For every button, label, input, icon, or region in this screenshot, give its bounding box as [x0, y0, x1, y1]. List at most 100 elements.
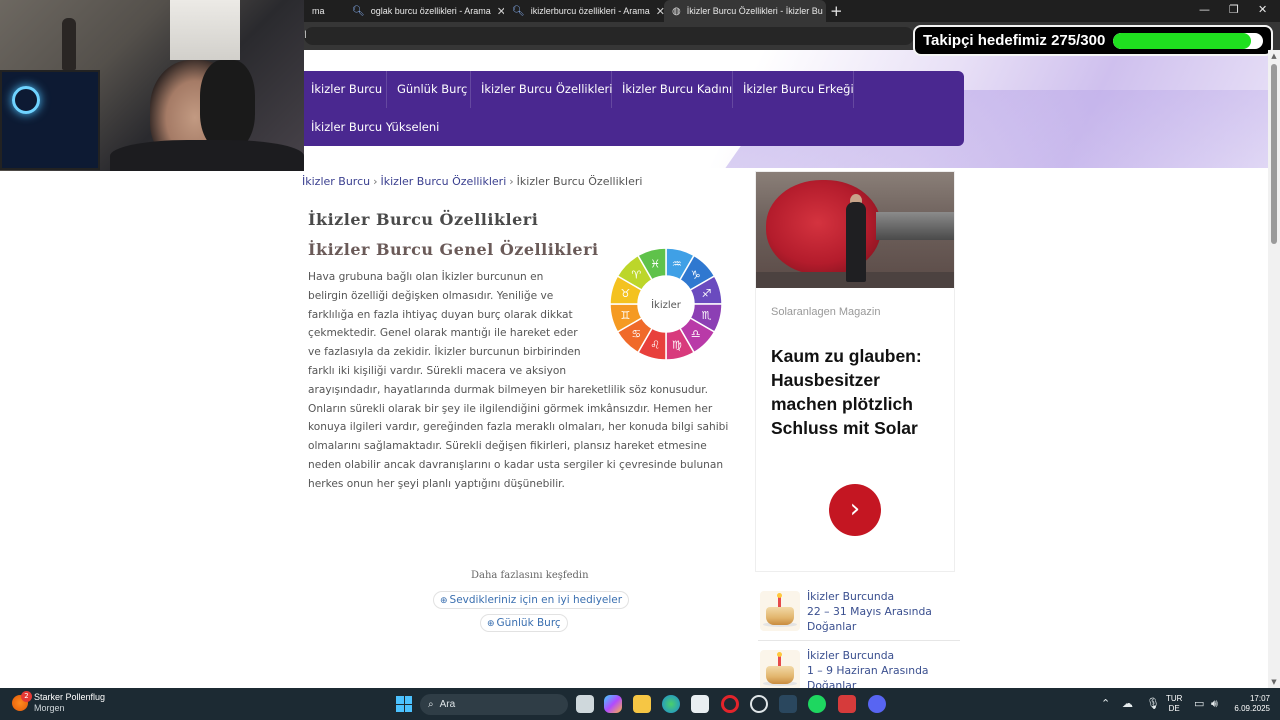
cake-flame — [777, 652, 782, 657]
scrollbar-thumb[interactable] — [1271, 64, 1277, 244]
onedrive-cloud-icon[interactable]: ☁ — [1122, 697, 1133, 710]
system-clock[interactable]: 17:07 6.09.2025 — [1228, 694, 1270, 714]
sidebar-item-line: Doğanlar — [807, 620, 857, 633]
pollen-icon: 2 — [12, 691, 32, 711]
ad-headline[interactable]: Kaum zu glauben: Hausbesitzer machen plö… — [771, 344, 946, 440]
sidebar-item-text: İkizler Burcunda 1 – 9 Haziran Arasında … — [807, 648, 929, 693]
discord-icon[interactable] — [868, 695, 886, 713]
discover-link-label: Günlük Burç — [496, 617, 561, 629]
browser-tab-active[interactable]: ◍ İkizler Burcu Özellikleri - İkizler Bu… — [664, 0, 826, 22]
nav-divider — [732, 71, 733, 108]
nav-divider — [470, 71, 471, 108]
zodiac-center-label: İkizler — [651, 298, 682, 311]
circle-plus-icon: ⊕ — [440, 596, 448, 606]
streaming-app-icon[interactable] — [838, 695, 856, 713]
edge-browser-icon[interactable] — [662, 695, 680, 713]
breadcrumb-link-ozellikler[interactable]: İkizler Burcu Özellikleri — [381, 175, 507, 188]
cake-candle — [778, 656, 781, 666]
copilot-icon[interactable] — [604, 695, 622, 713]
nav-item-gunluk-burc[interactable]: Günlük Burç — [397, 82, 467, 96]
microsoft-store-icon[interactable] — [691, 695, 709, 713]
cake-flame — [777, 593, 782, 598]
sidebar-item-line: İkizler Burcunda — [807, 649, 895, 662]
task-view-icon[interactable] — [576, 695, 594, 713]
minimize-icon[interactable]: — — [1199, 3, 1210, 16]
sidebar-item-text: İkizler Burcunda 22 – 31 Mayıs Arasında … — [807, 589, 932, 634]
ad-source: Solaranlagen Magazin — [771, 306, 881, 318]
search-icon: ⌕ — [428, 699, 434, 710]
webcam-shoulders — [110, 140, 304, 171]
taskbar-search[interactable]: ⌕ Ara — [420, 694, 568, 715]
weather-badge: 2 — [21, 691, 32, 702]
zodiac-symbol: ♈ — [631, 268, 641, 281]
search-icon: 🔍︎ — [512, 5, 525, 17]
scroll-down-arrow-icon[interactable]: ▼ — [1268, 678, 1280, 686]
zodiac-symbol: ♎ — [691, 328, 701, 341]
input-language[interactable]: TUR DE — [1166, 694, 1182, 714]
chevron-right-icon: › — [849, 494, 861, 524]
steam-icon[interactable] — [779, 695, 797, 713]
new-tab-button[interactable]: + — [830, 2, 843, 20]
zodiac-symbol: ♌ — [650, 339, 660, 352]
sidebar-item-line: 22 – 31 Mayıs Arasında — [807, 605, 932, 618]
discover-link-gunluk[interactable]: ⊕ Günlük Burç — [480, 614, 568, 632]
nav-item-erkegi[interactable]: İkizler Burcu Erkeği — [743, 82, 854, 96]
file-explorer-icon[interactable] — [633, 695, 651, 713]
page-scrollbar[interactable]: ▲ ▼ — [1268, 50, 1280, 688]
windows-start-icon[interactable] — [396, 696, 412, 712]
cake-body — [766, 666, 794, 684]
ad-image-person — [846, 202, 866, 282]
page-title: İkizler Burcu Özellikleri — [308, 210, 539, 229]
taskbar-search-placeholder: Ara — [439, 699, 456, 710]
webcam-pc-fan — [12, 86, 40, 114]
close-icon[interactable]: ✕ — [656, 5, 664, 18]
spotify-icon[interactable] — [808, 695, 826, 713]
close-window-icon[interactable]: ✕ — [1258, 3, 1267, 16]
webcam-overlay — [0, 0, 304, 171]
browser-tab[interactable]: ma — [304, 0, 344, 22]
discover-more-label: Daha fazlasını keşfedin — [471, 570, 589, 581]
zodiac-symbol: ♉ — [620, 287, 630, 300]
ad-cta-button[interactable]: › — [829, 484, 881, 536]
microphone-icon[interactable]: 🎙︎ — [1146, 697, 1160, 710]
nav-item-yukseleni[interactable]: İkizler Burcu Yükseleni — [311, 120, 439, 134]
sidebar-list-item[interactable]: İkizler Burcunda 22 – 31 Mayıs Arasında … — [758, 589, 960, 641]
nav-item-ozellikler[interactable]: İkizler Burcu Özellikleri — [481, 82, 612, 96]
browser-tab[interactable]: 🔍︎ oglak burcu özellikleri - Arama ✕ — [344, 0, 504, 22]
windows-taskbar: 2 Starker Pollenflug Morgen ⌕ Ara ⌃ ☁ 🎙︎ … — [0, 688, 1280, 720]
breadcrumb-separator: › — [373, 175, 378, 188]
weather-widget[interactable]: 2 Starker Pollenflug Morgen — [12, 691, 105, 714]
nav-item-kadini[interactable]: İkizler Burcu Kadını — [622, 82, 732, 96]
zodiac-symbol: ♏ — [702, 309, 712, 322]
tray-expand-icon[interactable]: ⌃ — [1101, 697, 1110, 710]
close-icon[interactable]: ✕ — [497, 5, 504, 18]
nav-divider — [611, 71, 612, 108]
cake-icon — [760, 591, 800, 631]
cake-body — [766, 607, 794, 625]
webcam-window-light — [170, 0, 240, 60]
browser-tab[interactable]: 🔍︎ ikizlerburcu özellikleri - Arama ✕ — [504, 0, 664, 22]
weather-subtitle: Morgen — [34, 703, 65, 713]
ad-image-pipe — [876, 212, 954, 240]
weather-text: Starker Pollenflug Morgen — [34, 692, 105, 714]
search-icon: 🔍︎ — [352, 5, 365, 17]
nav-divider — [853, 71, 854, 108]
opera-gx-icon[interactable] — [721, 695, 739, 713]
nav-item-ikizler-burcu[interactable]: İkizler Burcu — [311, 82, 382, 96]
restore-icon[interactable]: ❐ — [1229, 3, 1239, 16]
obs-icon[interactable] — [750, 695, 768, 713]
ad-card[interactable]: Solaranlagen Magazin Kaum zu glauben: Ha… — [755, 171, 955, 572]
breadcrumb-link-home[interactable]: İkizler Burcu — [302, 175, 370, 188]
discover-link-gifts[interactable]: ⊕ Sevdikleriniz için en iyi hediyeler — [433, 591, 630, 609]
network-icon[interactable]: ▭ — [1194, 697, 1204, 710]
tab-title: İkizler Burcu Özellikleri - İkizler Bu — [686, 6, 823, 16]
globe-icon: ◍ — [672, 5, 681, 17]
weather-title: Starker Pollenflug — [34, 692, 106, 702]
volume-icon[interactable]: 🔊︎ — [1211, 697, 1218, 711]
breadcrumb-separator: › — [509, 175, 514, 188]
url-field[interactable]: l — [304, 27, 914, 45]
tab-title: ikizlerburcu özellikleri - Arama — [530, 6, 650, 16]
section-heading: İkizler Burcu Genel Özellikleri — [308, 240, 599, 259]
zodiac-symbol: ♍ — [672, 339, 682, 352]
scroll-up-arrow-icon[interactable]: ▲ — [1268, 52, 1280, 60]
